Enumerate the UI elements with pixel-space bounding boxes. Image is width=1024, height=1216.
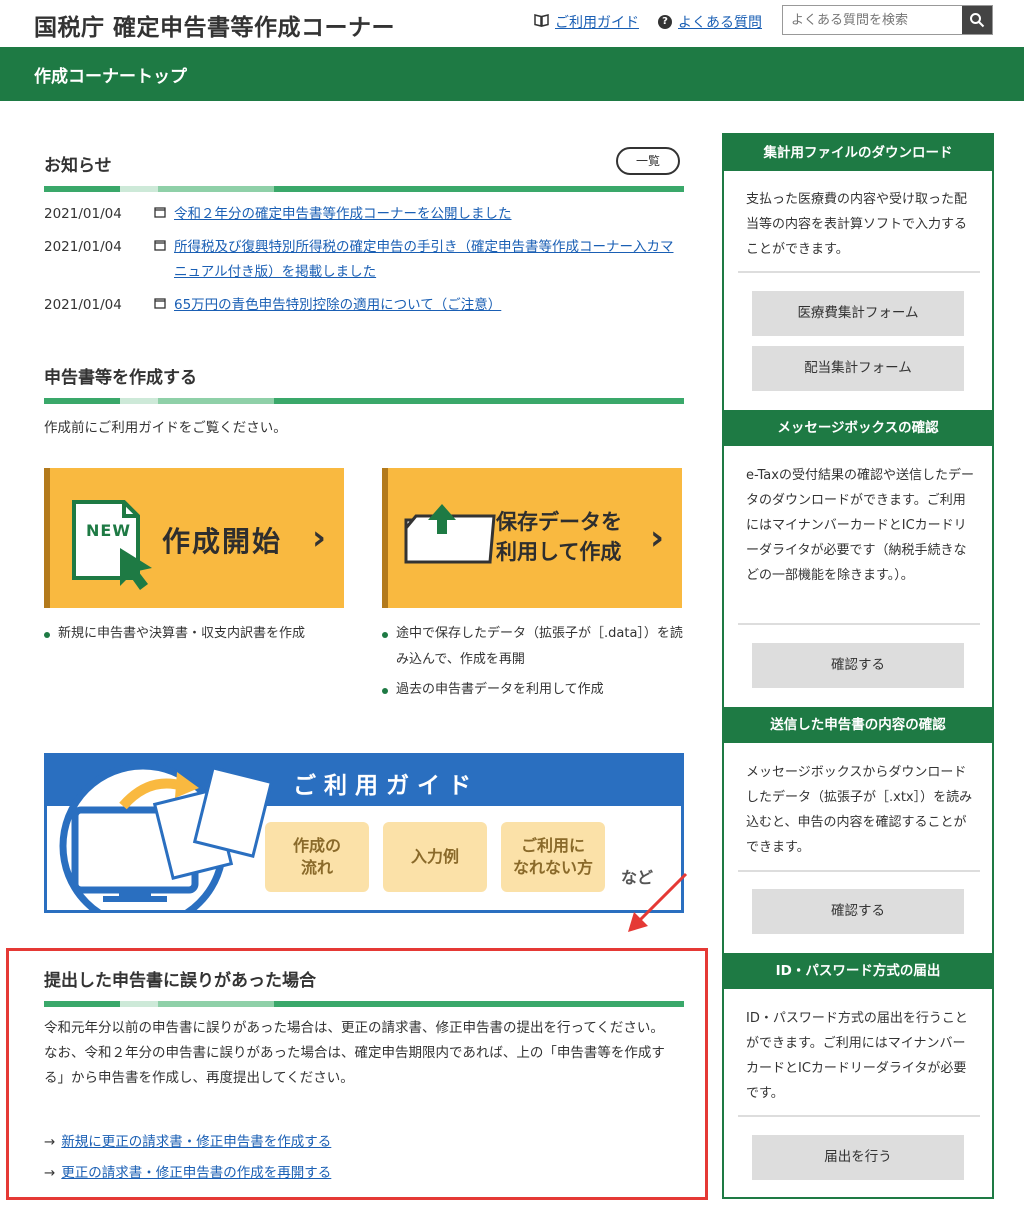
sent-text: メッセージボックスからダウンロードしたデータ（拡張子が［.xtx］）を読み込むと… (746, 765, 973, 855)
sent-confirm-button[interactable]: 確認する (752, 889, 964, 934)
news-heading: お知らせ 一覧 (44, 147, 684, 192)
search-icon (970, 13, 985, 28)
error-body: 令和元年分以前の申告書に誤りがあった場合は、更正の請求書、修正申告書の提出を行っ… (44, 1016, 674, 1091)
use-saved-label-line2: 利用して作成 (496, 540, 622, 564)
folder-upload-icon (404, 504, 496, 564)
error-heading: 提出した申告書に誤りがあった場合 (44, 966, 684, 1007)
guide-link[interactable]: ご利用ガイド (534, 12, 639, 32)
top-header: 国税庁 確定申告書等作成コーナー ご利用ガイド ? よくある質問 (0, 0, 1024, 47)
resume-correction-link-label[interactable]: 更正の請求書・修正申告書の作成を再開する (61, 1165, 331, 1181)
use-saved-data-card[interactable]: 保存データを 利用して作成 › (382, 468, 682, 608)
new-document-icon (72, 500, 152, 590)
annotation-arrow-icon (628, 872, 688, 932)
section-stripe (44, 1001, 684, 1007)
nav-title[interactable]: 作成コーナートップ (34, 62, 187, 87)
page-icon (154, 235, 174, 285)
create-heading: 申告書等を作成する (44, 363, 684, 404)
desc-item: 過去の申告書データを利用して作成 (382, 677, 684, 703)
news-link[interactable]: 65万円の青色申告特別控除の適用について（ご注意） (174, 293, 684, 318)
news-date: 2021/01/04 (44, 239, 122, 255)
section-stripe (44, 398, 684, 404)
download-text: 支払った医療費の内容や受け取った配当等の内容を表計算ソフトで入力することができま… (746, 192, 968, 257)
start-new-card[interactable]: NEW 作成開始 › (44, 468, 344, 608)
messagebox-text: e-Taxの受付結果の確認や送信したデータのダウンロードができます。ご利用にはマ… (746, 468, 974, 583)
error-para: 令和元年分以前の申告書に誤りがあった場合は、更正の請求書、修正申告書の提出を行っ… (44, 1020, 664, 1036)
news-date: 2021/01/04 (44, 297, 122, 313)
idpw-submit-button[interactable]: 届出を行う (752, 1135, 964, 1180)
start-new-label: 作成開始 (162, 525, 283, 558)
chevron-right-icon: › (311, 518, 326, 558)
news-date: 2021/01/04 (44, 206, 122, 222)
resume-correction-link[interactable]: → 更正の請求書・修正申告書の作成を再開する (44, 1158, 331, 1189)
start-new-desc: 新規に申告書や決算書・収支内訳書を作成 (44, 621, 344, 647)
dividend-form-button[interactable]: 配当集計フォーム (752, 346, 964, 391)
chevron-right-icon: › (649, 518, 664, 558)
site-title[interactable]: 国税庁 確定申告書等作成コーナー (34, 8, 395, 42)
new-correction-link-label[interactable]: 新規に更正の請求書・修正申告書を作成する (61, 1134, 331, 1150)
idpw-head: ID・パスワード方式の届出 (724, 953, 992, 989)
book-icon (534, 13, 549, 31)
error-links: → 新規に更正の請求書・修正申告書を作成する → 更正の請求書・修正申告書の作成を再… (44, 1127, 331, 1189)
news-link[interactable]: 所得税及び復興特別所得税の確定申告の手引き（確定申告書等作成コーナー入カマニュア… (174, 235, 684, 285)
news-title: お知らせ (44, 156, 112, 176)
arrow-right-icon: → (44, 1134, 56, 1150)
divider (738, 623, 980, 625)
create-note: 作成前にご利用ガイドをご覧ください。 (44, 420, 287, 436)
faq-search (782, 5, 993, 35)
divider (738, 1115, 980, 1117)
news-item: 2021/01/04 65万円の青色申告特別控除の適用について（ご注意） (44, 293, 684, 318)
news-item: 2021/01/04 所得税及び復興特別所得税の確定申告の手引き（確定申告書等作… (44, 235, 684, 285)
create-title: 申告書等を作成する (44, 368, 197, 388)
news-item: 2021/01/04 令和２年分の確定申告書等作成コーナーを公開しました (44, 202, 684, 227)
new-correction-link[interactable]: → 新規に更正の請求書・修正申告書を作成する (44, 1127, 331, 1158)
monitor-documents-icon (59, 762, 274, 910)
desc-item: 新規に申告書や決算書・収支内訳書を作成 (44, 621, 344, 647)
guide-pill: ご利用に なれない方 (501, 822, 605, 892)
search-input[interactable] (783, 6, 962, 34)
guide-pill: 入力例 (383, 822, 487, 892)
use-saved-desc: 途中で保存したデータ（拡張子が［.data］）を読み込んで、作成を再開 過去の申… (382, 621, 684, 703)
faq-link-label[interactable]: よくある質問 (678, 12, 762, 32)
section-stripe (44, 186, 684, 192)
error-para: なお、令和２年分の申告書に誤りがあった場合は、確定申告期限内であれば、上の「申告… (44, 1045, 665, 1086)
use-saved-label-line1: 保存データを (496, 510, 622, 534)
guide-link-label[interactable]: ご利用ガイド (555, 12, 639, 32)
idpw-text: ID・パスワード方式の届出を行うことができます。ご利用にはマイナンバーカードとI… (746, 1011, 968, 1101)
banner-title: ご利用ガイド (293, 773, 479, 799)
news-link[interactable]: 令和２年分の確定申告書等作成コーナーを公開しました (174, 202, 684, 227)
news-list: 2021/01/04 令和２年分の確定申告書等作成コーナーを公開しました 202… (44, 202, 684, 326)
usage-guide-banner[interactable]: ご利用ガイド 作成の 流れ 入力例 ご利用に なれない方 など (44, 753, 684, 913)
medical-form-button[interactable]: 医療費集計フォーム (752, 291, 964, 336)
download-head: 集計用ファイルのダウンロード (724, 135, 992, 171)
page-icon (154, 202, 174, 227)
page-icon (154, 293, 174, 318)
divider (738, 870, 980, 872)
desc-item: 途中で保存したデータ（拡張子が［.data］）を読み込んで、作成を再開 (382, 621, 684, 673)
question-icon: ? (658, 15, 672, 29)
messagebox-head: メッセージボックスの確認 (724, 410, 992, 446)
sidebar: 集計用ファイルのダウンロード 支払った医療費の内容や受け取った配当等の内容を表計… (722, 133, 994, 1199)
messagebox-confirm-button[interactable]: 確認する (752, 643, 964, 688)
divider (738, 271, 980, 273)
sent-head: 送信した申告書の内容の確認 (724, 707, 992, 743)
search-button[interactable] (962, 6, 992, 34)
faq-link[interactable]: ? よくある質問 (658, 12, 762, 32)
guide-pill: 作成の 流れ (265, 822, 369, 892)
arrow-right-icon: → (44, 1165, 56, 1181)
error-title: 提出した申告書に誤りがあった場合 (44, 971, 316, 991)
new-badge: NEW (86, 521, 131, 540)
news-list-button[interactable]: 一覧 (616, 147, 680, 175)
nav-bar: 作成コーナートップ (0, 47, 1024, 101)
